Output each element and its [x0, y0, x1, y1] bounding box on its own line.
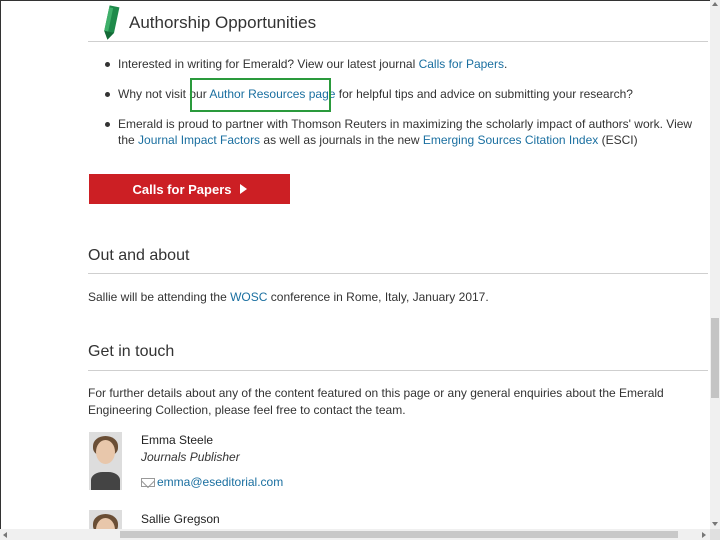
vertical-scrollbar-thumb[interactable]: [711, 318, 719, 398]
divider: [88, 41, 708, 42]
list-item: Interested in writing for Emerald? View …: [100, 56, 700, 72]
contact-name: Sallie Gregson: [141, 512, 220, 526]
vertical-scrollbar[interactable]: [710, 0, 720, 529]
out-and-about-text: Sallie will be attending the WOSC confer…: [88, 290, 489, 304]
esci-link[interactable]: Emerging Sources Citation Index: [423, 133, 598, 147]
scroll-left-arrow-icon[interactable]: [3, 532, 7, 538]
contact-name: Emma Steele: [141, 433, 214, 447]
contact-role: Journals Publisher: [141, 450, 240, 464]
highlight-box: [190, 78, 331, 112]
divider: [88, 370, 708, 371]
calls-for-papers-link[interactable]: Calls for Papers: [419, 57, 504, 71]
horizontal-scrollbar-thumb[interactable]: [120, 531, 678, 538]
get-in-touch-text: For further details about any of the con…: [88, 386, 664, 417]
page-content: Authorship Opportunities Interested in w…: [0, 0, 710, 529]
wosc-link[interactable]: WOSC: [230, 290, 267, 304]
calls-for-papers-button[interactable]: Calls for Papers: [89, 174, 290, 204]
section-title-out-and-about: Out and about: [88, 247, 190, 264]
scroll-down-arrow-icon[interactable]: [712, 522, 718, 526]
list-item: Emerald is proud to partner with Thomson…: [100, 116, 700, 148]
avatar: [89, 432, 122, 490]
contact-email[interactable]: emma@eseditorial.com: [141, 475, 283, 489]
contact-email-text[interactable]: emma@eseditorial.com: [157, 475, 283, 489]
avatar: [89, 510, 122, 529]
pencil-icon: [104, 5, 120, 40]
scrollbar-corner: [710, 529, 720, 540]
journal-impact-factors-link[interactable]: Journal Impact Factors: [138, 133, 260, 147]
section-title-get-in-touch: Get in touch: [88, 343, 175, 360]
scroll-right-arrow-icon[interactable]: [702, 532, 706, 538]
section-title-authorship: Authorship Opportunities: [129, 13, 317, 32]
divider: [88, 273, 708, 274]
envelope-icon: [141, 477, 155, 487]
scroll-up-arrow-icon[interactable]: [712, 2, 718, 6]
play-arrow-icon: [239, 184, 247, 194]
calls-for-papers-button-label: Calls for Papers: [132, 181, 232, 197]
